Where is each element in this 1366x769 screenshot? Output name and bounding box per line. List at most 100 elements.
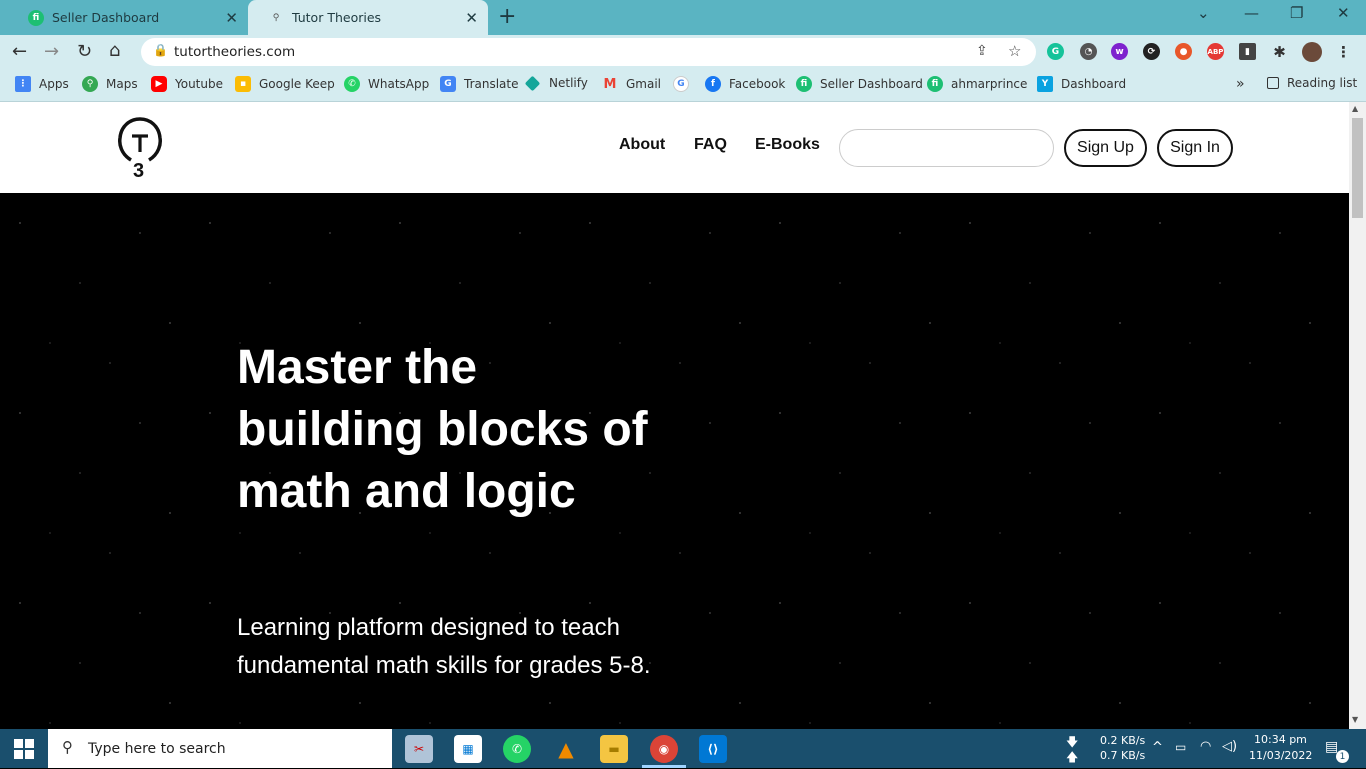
bookmark-label: Facebook [729, 77, 786, 91]
whatsapp-app-icon[interactable]: ✆ [503, 735, 531, 763]
pin-icon: ⚲ [272, 12, 280, 23]
file-explorer-icon[interactable]: ▬ [600, 735, 628, 763]
scrollbar-thumb[interactable] [1352, 118, 1363, 218]
reading-list-button[interactable]: Reading list [1267, 76, 1357, 90]
bookmark-translate[interactable]: G Translate [440, 76, 519, 92]
star-icon[interactable]: ☆ [1008, 42, 1021, 60]
reading-list-label: Reading list [1287, 76, 1358, 90]
home-icon[interactable]: ⌂ [109, 40, 120, 61]
tab-label: Seller Dashboard [52, 10, 160, 25]
vlc-icon[interactable]: ▲ [552, 735, 580, 763]
nav-about[interactable]: About [619, 136, 665, 154]
bookmark-label: Gmail [626, 77, 662, 91]
whatsapp-icon: ✆ [344, 76, 360, 92]
show-hidden-icons[interactable]: ^ [1152, 740, 1163, 755]
bookmark-label: Translate [464, 77, 519, 91]
taskbar-search-placeholder: Type here to search [88, 740, 226, 757]
grammarly-icon[interactable]: G [1047, 43, 1064, 60]
forward-icon[interactable]: → [44, 41, 59, 62]
search-icon: ⚲ [62, 738, 73, 756]
google-icon: G [673, 76, 689, 92]
share-icon[interactable]: ⇪ [976, 43, 988, 59]
upload-arrow-icon: 🡅 [1066, 750, 1079, 764]
bookmark-google[interactable]: G [673, 76, 697, 92]
tab-seller-dashboard[interactable]: fi Seller Dashboard ✕ [8, 0, 248, 35]
bookmark-seller-dashboard[interactable]: fi Seller Dashboard [796, 76, 923, 92]
close-icon[interactable]: ✕ [465, 9, 478, 27]
vscode-icon[interactable]: ⟨⟩ [699, 735, 727, 763]
net-down-speed: 0.2 KB/s [1100, 734, 1146, 747]
speed-icon[interactable]: ◔ [1080, 43, 1097, 60]
hero-title: Master the building blocks of math and l… [237, 341, 648, 518]
bookmark-netlify[interactable]: Netlify [524, 75, 588, 91]
bookmark-ahmarprince[interactable]: fi ahmarprince [927, 76, 1027, 92]
extensions-puzzle-icon[interactable]: ✱ [1271, 43, 1288, 61]
site-logo[interactable]: 3 [117, 116, 163, 182]
clock-time[interactable]: 10:34 pm [1254, 733, 1307, 746]
chrome-icon[interactable]: ◉ [650, 735, 678, 763]
sign-in-button[interactable]: Sign In [1157, 129, 1233, 167]
close-icon[interactable]: ✕ [225, 9, 238, 27]
back-icon[interactable]: ← [12, 41, 27, 62]
bookmark-whatsapp[interactable]: ✆ WhatsApp [344, 76, 429, 92]
battery-icon[interactable]: ▭ [1175, 740, 1186, 754]
close-window-button[interactable]: ✕ [1337, 4, 1350, 22]
extension-w-icon[interactable]: w [1111, 43, 1128, 60]
site-search-input[interactable] [839, 129, 1054, 167]
wifi-icon[interactable]: ◠ [1200, 739, 1211, 754]
adblock-icon[interactable]: ABP [1207, 43, 1224, 60]
reading-list-icon [1267, 77, 1279, 89]
color-picker-icon[interactable]: ● [1175, 43, 1192, 60]
youtube-icon: ▶ [151, 76, 167, 92]
bookmark-dashboard[interactable]: Y Dashboard [1037, 76, 1126, 92]
volume-icon[interactable]: ◁) [1222, 739, 1237, 754]
translate-icon: G [440, 76, 456, 92]
tab-tutor-theories[interactable]: ⚲ Tutor Theories ✕ [248, 0, 488, 35]
lightbulb-logo-icon: 3 [118, 117, 162, 182]
bookmark-gmail[interactable]: M Gmail [602, 76, 661, 92]
bookmark-label: Netlify [549, 76, 588, 90]
facebook-icon: f [705, 76, 721, 92]
nav-faq[interactable]: FAQ [694, 136, 727, 154]
tab-search-icon[interactable]: ⌄ [1197, 4, 1210, 22]
clock-date[interactable]: 11/03/2022 [1249, 749, 1312, 762]
restore-button[interactable]: ❐ [1290, 4, 1303, 22]
sidebar-icon[interactable]: ▮ [1239, 43, 1256, 60]
fiverr-icon: fi [796, 76, 812, 92]
bookmark-apps[interactable]: ⋮ Apps [15, 76, 69, 92]
bookmark-label: Seller Dashboard [820, 77, 923, 91]
minimize-button[interactable]: — [1244, 4, 1259, 22]
microsoft-store-icon[interactable]: ▦ [454, 735, 482, 763]
sync-icon[interactable]: ⟳ [1143, 43, 1160, 60]
fiverr-icon: fi [28, 9, 44, 26]
svg-text:3: 3 [133, 160, 144, 180]
apps-grid-icon: ⋮ [15, 76, 31, 92]
url-text[interactable]: tutortheories.com [174, 44, 295, 60]
bookmark-google-keep[interactable]: ▪ Google Keep [235, 76, 335, 92]
bookmark-youtube[interactable]: ▶ Youtube [151, 76, 223, 92]
nav-ebooks[interactable]: E-Books [755, 136, 820, 154]
scroll-up-icon[interactable]: ▲ [1352, 104, 1358, 113]
netlify-icon [524, 75, 541, 91]
bookmark-label: Google Keep [259, 77, 335, 91]
address-bar[interactable]: 🔒 tutortheories.com ⇪ ☆ [141, 38, 1036, 66]
sign-up-button[interactable]: Sign Up [1064, 129, 1147, 167]
bookmark-facebook[interactable]: f Facebook [705, 76, 785, 92]
lock-icon[interactable]: 🔒 [153, 43, 168, 57]
fiverr-icon: fi [927, 76, 943, 92]
taskbar-search-box[interactable]: ⚲ Type here to search [48, 729, 392, 768]
bookmark-maps[interactable]: ⚲ Maps [82, 76, 138, 92]
bookmark-label: Apps [39, 77, 69, 91]
windows-start-icon[interactable] [14, 739, 34, 759]
profile-avatar[interactable] [1302, 42, 1322, 62]
snip-tool-icon[interactable]: ✂ [405, 735, 433, 763]
bookmark-label: Youtube [175, 77, 223, 91]
tab-label: Tutor Theories [292, 10, 382, 25]
more-bookmarks-button[interactable]: » [1236, 76, 1245, 92]
new-tab-button[interactable]: + [498, 4, 516, 29]
menu-dots-icon[interactable]: ⋮ [1335, 43, 1352, 61]
bookmark-label: WhatsApp [368, 77, 430, 91]
scroll-down-icon[interactable]: ▼ [1352, 715, 1358, 724]
reload-icon[interactable]: ↻ [77, 41, 92, 62]
notification-count: 1 [1336, 750, 1349, 763]
